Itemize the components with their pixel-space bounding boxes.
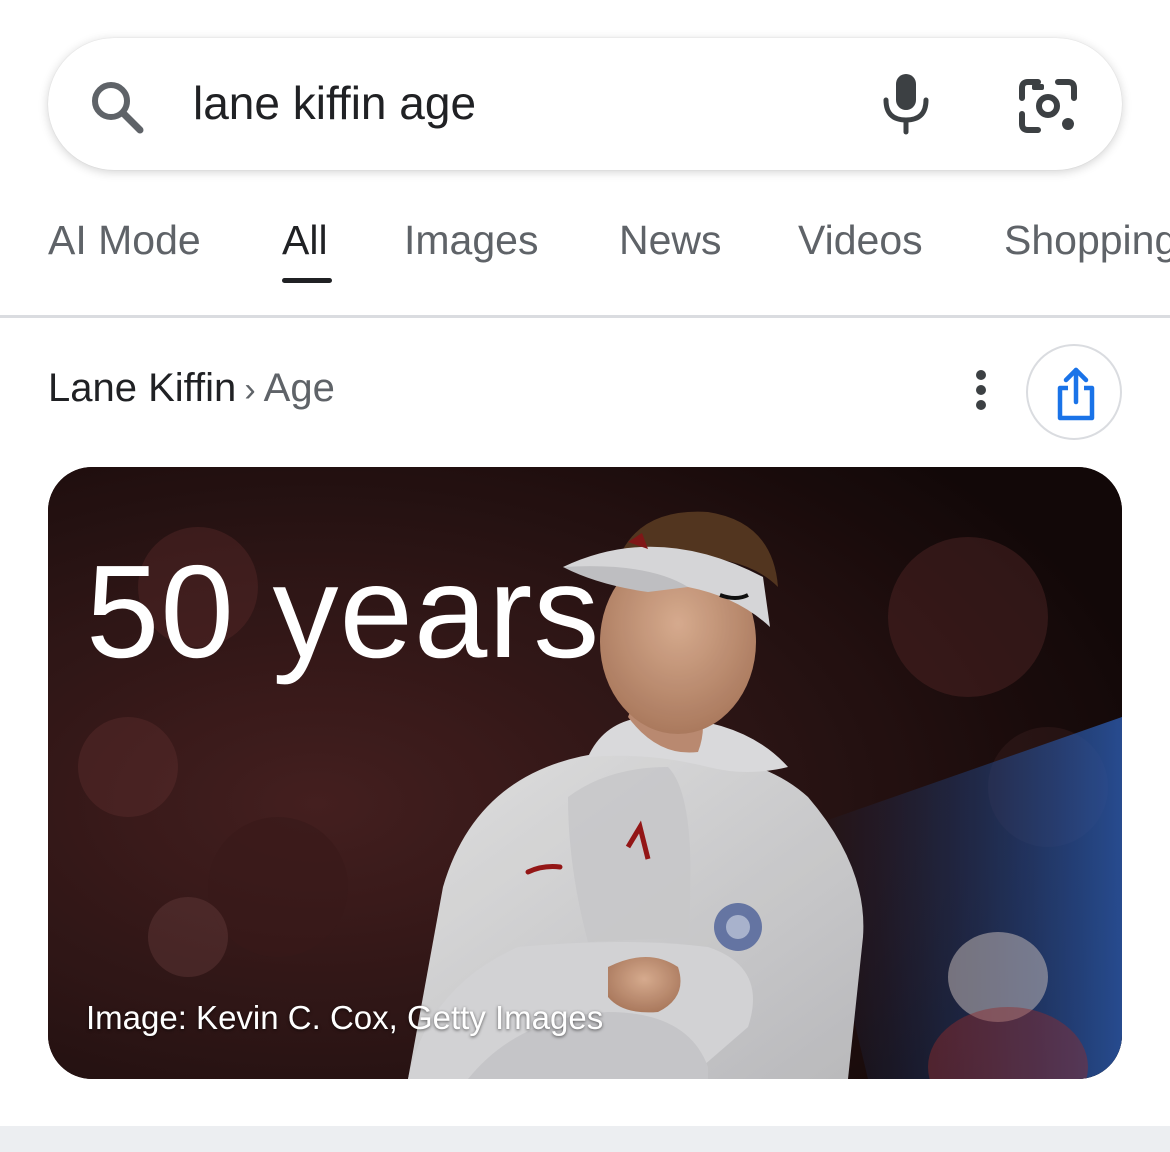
breadcrumb: Lane Kiffin › Age bbox=[48, 362, 335, 416]
age-value: 50 years bbox=[86, 538, 601, 685]
search-bar[interactable]: lane kiffin age bbox=[48, 38, 1122, 170]
section-separator bbox=[0, 1126, 1170, 1152]
lens-icon[interactable] bbox=[1018, 78, 1078, 134]
mic-icon[interactable] bbox=[878, 72, 934, 136]
answer-image-card[interactable]: 50 years Image: Kevin C. Cox, Getty Imag… bbox=[48, 467, 1122, 1079]
search-icon[interactable] bbox=[88, 78, 146, 136]
tab-all[interactable]: All bbox=[282, 214, 328, 266]
image-credit: Image: Kevin C. Cox, Getty Images bbox=[86, 999, 604, 1036]
tab-news[interactable]: News bbox=[619, 214, 722, 266]
search-tabs: AI Mode All Images News Videos Shopping bbox=[0, 200, 1170, 316]
share-icon bbox=[1057, 367, 1095, 421]
tabs-divider bbox=[0, 315, 1170, 318]
share-button[interactable] bbox=[1026, 344, 1122, 440]
tab-shopping[interactable]: Shopping bbox=[1004, 214, 1170, 266]
active-tab-indicator bbox=[282, 278, 332, 283]
breadcrumb-attribute: Age bbox=[263, 366, 335, 410]
search-input[interactable]: lane kiffin age bbox=[193, 74, 476, 132]
breadcrumb-entity[interactable]: Lane Kiffin bbox=[48, 366, 236, 410]
tab-ai-mode[interactable]: AI Mode bbox=[48, 214, 201, 266]
tab-videos[interactable]: Videos bbox=[798, 214, 923, 266]
more-vert-icon[interactable] bbox=[962, 368, 1000, 412]
breadcrumb-separator: › bbox=[244, 371, 256, 409]
tab-images[interactable]: Images bbox=[404, 214, 538, 266]
